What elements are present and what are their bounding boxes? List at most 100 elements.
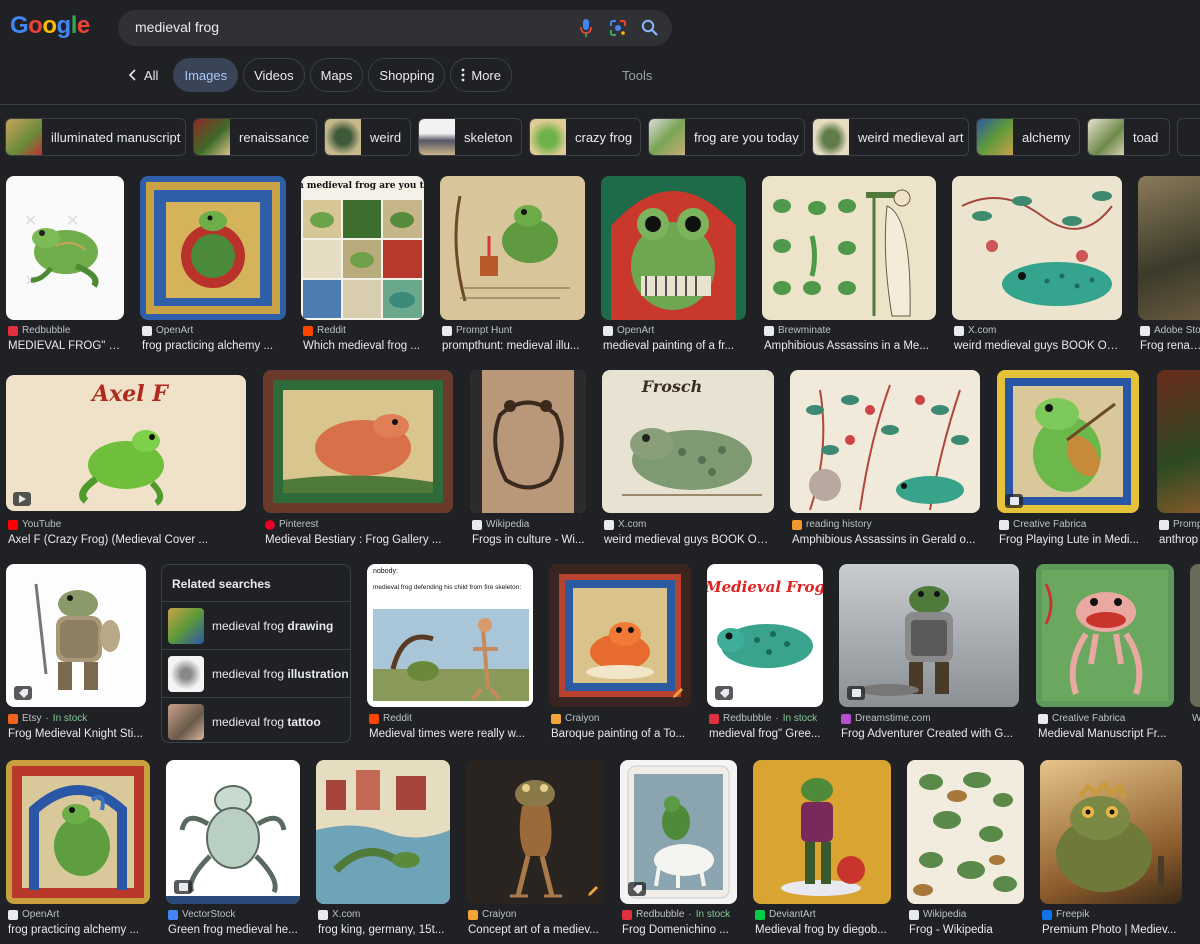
google-logo[interactable]: Google [10,12,90,40]
image-result[interactable]: DeviantArt Medieval frog by diegob... [753,760,891,944]
image-result[interactable]: Redbubble · In stock Frog Domenichino ... [620,760,737,944]
result-title[interactable]: Frog Adventurer Created with G... [841,728,1019,740]
related-search-illustration[interactable]: medieval frog illustration [162,649,350,697]
tools-button[interactable]: Tools [622,68,652,83]
result-image[interactable] [6,760,150,904]
chip-weird-medieval-art[interactable]: weird medieval art [812,118,969,156]
image-result[interactable]: Creative Fabrica Medieval Manuscript Fr.… [1036,564,1174,744]
result-title[interactable]: Medieval Manuscript Fr... [1038,728,1174,740]
tab-more[interactable]: More [450,58,512,92]
tab-maps[interactable]: Maps [309,58,364,92]
result-title[interactable]: Concept art of a mediev... [468,924,604,936]
image-result[interactable]: Which medieval frog are you today? Reddi… [301,176,424,356]
result-title[interactable]: Frog - Wikipedia [909,924,1024,936]
result-image[interactable] [620,760,737,904]
image-result[interactable]: W [1190,564,1200,744]
result-image[interactable] [1040,760,1182,904]
result-image[interactable] [549,564,691,707]
result-title[interactable]: medieval painting of a fr... [603,340,746,352]
result-title[interactable]: Medieval frog by diegob... [755,924,891,936]
image-result[interactable]: X.com frog king, germany, 15t... [316,760,450,944]
result-title[interactable]: prompthunt: medieval illu... [442,340,585,352]
search-icon[interactable] [638,16,662,40]
result-image[interactable] [1190,564,1200,707]
chip-crazy-frog[interactable]: crazy frog [529,118,641,156]
result-image[interactable] [762,176,936,320]
image-result[interactable]: reading history Amphibious Assassins in … [790,370,980,550]
result-title[interactable]: Frog Domenichino ... [622,924,739,936]
result-title[interactable]: Amphibious Assassins in a Me... [764,340,936,352]
result-image[interactable] [470,370,586,513]
related-search-drawing[interactable]: medieval frog drawing [162,601,350,649]
image-result[interactable]: Frosch X.com weird medieval guys BOOK OU… [602,370,774,550]
result-title[interactable]: Medieval Bestiary : Frog Gallery ... [265,534,453,546]
chip-more[interactable] [1177,118,1200,156]
result-title[interactable]: frog practicing alchemy ... [8,924,150,936]
result-image[interactable] [1036,564,1174,707]
tab-images[interactable]: Images [173,58,239,92]
result-title[interactable]: frog king, germany, 15t... [318,924,450,936]
tab-all[interactable]: All [122,58,168,92]
chip-illuminated-manuscript[interactable]: illuminated manuscript [5,118,186,156]
result-image[interactable] [263,370,453,513]
image-result[interactable]: Medieval Frog Redbubble · In stock medieva… [707,564,823,744]
image-result[interactable]: Axel F YouTube Axel F (Crazy Frog) (Medi… [6,375,246,550]
result-image[interactable]: nobody: medieval frog defending his chil… [367,564,533,707]
image-result[interactable]: ✕ ✕ ✕ Redbubble MEDIEVAL FROG" P... [6,176,124,356]
result-image[interactable]: Frosch [602,370,774,513]
result-title[interactable]: Frogs in culture - Wi... [472,534,586,546]
result-image[interactable]: Medieval Frog [707,564,823,707]
result-image[interactable]: Which medieval frog are you today? [301,176,424,320]
chip-weird[interactable]: weird [324,118,411,156]
result-title[interactable]: Amphibious Assassins in Gerald o... [792,534,980,546]
result-image[interactable] [753,760,891,904]
result-image[interactable]: Axel F [6,375,246,511]
image-result[interactable]: nobody: medieval frog defending his chil… [367,564,533,744]
lens-camera-icon[interactable] [606,16,630,40]
chip-frog-are-you-today[interactable]: frog are you today [648,118,805,156]
result-title[interactable]: medieval frog" Gree... [709,728,825,740]
image-result[interactable]: Etsy · In stock Frog Medieval Knight Sti..… [6,564,146,744]
result-title[interactable]: Green frog medieval he... [168,924,300,936]
image-result[interactable]: VectorStock Green frog medieval he... [166,760,300,944]
image-result[interactable]: Creative Fabrica Frog Playing Lute in Me… [997,370,1139,550]
result-image[interactable] [601,176,746,320]
search-input[interactable]: medieval frog [135,19,219,35]
tab-videos[interactable]: Videos [243,58,305,92]
result-image[interactable] [839,564,1019,707]
related-search-tattoo[interactable]: medieval frog tattoo [162,697,350,745]
image-result[interactable]: X.com weird medieval guys BOOK OU... [952,176,1122,356]
result-title[interactable]: frog practicing alchemy ... [142,340,286,352]
result-title[interactable]: Baroque painting of a To... [551,728,691,740]
image-result[interactable]: Prompt Hunt prompthunt: medieval illu... [440,176,585,356]
result-title[interactable]: Premium Photo | Mediev... [1042,924,1182,936]
result-image[interactable] [316,760,450,904]
image-result[interactable]: Pinterest Medieval Bestiary : Frog Galle… [263,370,453,550]
result-image[interactable] [6,564,146,707]
image-result[interactable]: Freepik Premium Photo | Mediev... [1040,760,1182,944]
result-image[interactable] [1138,176,1200,320]
image-result[interactable]: Wikipedia Frogs in culture - Wi... [470,370,586,550]
image-result[interactable]: Craiyon Concept art of a mediev... [466,760,604,944]
tab-shopping[interactable]: Shopping [368,58,446,92]
chip-toad[interactable]: toad [1087,118,1170,156]
image-result[interactable]: OpenArt frog practicing alchemy ... [6,760,150,944]
image-result[interactable]: Brewminate Amphibious Assassins in a Me.… [762,176,936,356]
result-image[interactable] [790,370,980,513]
result-image[interactable] [440,176,585,320]
chip-renaissance[interactable]: renaissance [193,118,317,156]
image-result[interactable]: OpenArt medieval painting of a fr... [601,176,746,356]
image-result[interactable]: Adobe Stock Frog renaiss [1138,176,1200,356]
result-title[interactable]: Frog Medieval Knight Sti... [8,728,146,740]
result-image[interactable] [952,176,1122,320]
result-title[interactable]: weird medieval guys BOOK OU... [954,340,1122,352]
result-title[interactable]: Frog renaiss [1140,340,1200,352]
image-result[interactable]: OpenArt frog practicing alchemy ... [140,176,286,356]
result-image[interactable] [1157,370,1200,513]
result-image[interactable] [466,760,604,904]
result-image[interactable] [166,760,300,904]
microphone-icon[interactable] [574,16,598,40]
result-image[interactable] [997,370,1139,513]
result-title[interactable]: Axel F (Crazy Frog) (Medieval Cover ... [8,534,246,546]
result-title[interactable]: Which medieval frog ... [303,340,424,352]
